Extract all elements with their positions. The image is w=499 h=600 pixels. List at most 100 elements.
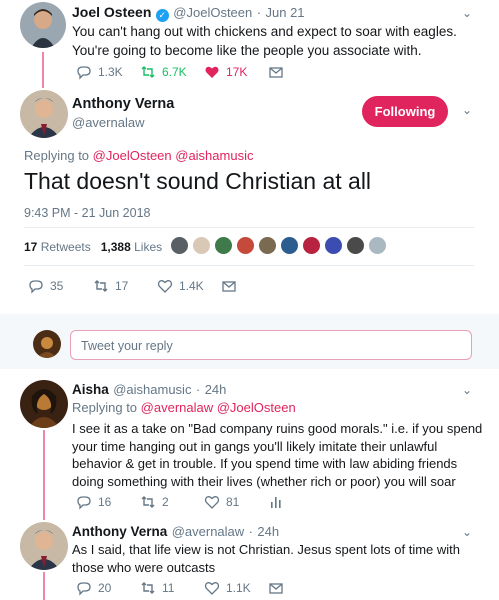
parent-tweet[interactable]: Joel Osteen ✓ @JoelOsteen · Jun 21 ⌄ You… — [0, 0, 499, 88]
like-icon — [204, 582, 220, 595]
like-count: 81 — [226, 495, 240, 509]
tweet-date[interactable]: 24h — [257, 524, 279, 539]
author-name[interactable]: Joel Osteen — [72, 4, 151, 20]
message-button[interactable] — [221, 278, 237, 294]
liker-avatars — [170, 236, 390, 255]
retweet-button[interactable]: 2 — [140, 494, 204, 510]
replying-prefix: Replying to — [24, 148, 90, 163]
author-handle[interactable]: @JoelOsteen — [173, 5, 252, 20]
reply-button[interactable]: 20 — [76, 580, 140, 596]
analytics-icon — [271, 497, 281, 508]
retweet-button[interactable]: 17 — [93, 278, 157, 294]
retweet-icon — [141, 66, 155, 78]
retweets-stat-label: Retweets — [40, 240, 91, 254]
retweet-count: 17 — [115, 279, 129, 293]
message-button[interactable] — [268, 64, 284, 80]
liker-avatar[interactable] — [170, 236, 189, 255]
reply-count: 20 — [98, 581, 112, 595]
avatar — [33, 330, 61, 358]
reply-text: As I said, that life view is not Christi… — [72, 542, 460, 575]
analytics-button[interactable] — [268, 494, 284, 510]
reply-input[interactable]: Tweet your reply — [70, 330, 472, 360]
avatar[interactable] — [20, 90, 68, 138]
retweet-icon — [94, 280, 108, 292]
thread-line — [42, 52, 44, 88]
liker-avatar[interactable] — [214, 236, 233, 255]
liker-avatar[interactable] — [236, 236, 255, 255]
verified-icon: ✓ — [155, 9, 169, 22]
reply-actions: 16 2 81 — [76, 494, 284, 510]
thread-line — [43, 430, 45, 520]
author-handle[interactable]: @aishamusic — [113, 382, 191, 397]
author-handle[interactable]: @avernalaw — [172, 524, 244, 539]
liker-avatar[interactable] — [368, 236, 387, 255]
like-icon — [157, 280, 173, 293]
like-count: 1.1K — [226, 581, 251, 595]
replying-prefix: Replying to — [72, 400, 138, 415]
reply-icon — [77, 582, 91, 596]
main-tweet-text: That doesn't sound Christian at all — [24, 168, 372, 194]
like-button[interactable]: 17K — [204, 64, 268, 80]
chevron-down-icon[interactable]: ⌄ — [462, 525, 472, 539]
chevron-down-icon[interactable]: ⌄ — [462, 103, 472, 117]
avatar[interactable] — [20, 522, 68, 570]
message-icon — [222, 281, 236, 292]
thread-line — [43, 572, 45, 600]
like-icon — [205, 66, 219, 78]
retweet-icon — [141, 496, 155, 508]
retweets-stat[interactable]: 17 Retweets — [24, 240, 91, 254]
reply-actions: 20 11 1.1K — [76, 580, 284, 596]
author-name[interactable]: Anthony Verna — [72, 524, 167, 539]
message-icon — [269, 67, 283, 78]
message-icon — [269, 583, 283, 594]
main-tweet-actions: 35 17 1.4K — [28, 278, 237, 294]
reply-button[interactable]: 35 — [28, 278, 93, 294]
divider — [24, 227, 474, 228]
reply-count: 16 — [98, 495, 112, 509]
tweet-date[interactable]: Jun 21 — [266, 5, 305, 20]
separator-dot: · — [248, 524, 253, 539]
separator-dot: · — [195, 382, 201, 397]
liker-avatar[interactable] — [346, 236, 365, 255]
reply-count: 35 — [50, 279, 64, 293]
reply-icon — [29, 280, 43, 294]
replying-to-links[interactable]: @JoelOsteen @aishamusic — [93, 148, 254, 163]
reply-text: I see it as a take on "Bad company ruins… — [72, 421, 483, 489]
like-icon — [204, 496, 220, 509]
retweet-count: 6.7K — [162, 65, 187, 79]
separator-dot: · — [256, 5, 262, 20]
reply-icon — [77, 496, 91, 510]
reply-button[interactable]: 16 — [76, 494, 140, 510]
chevron-down-icon[interactable]: ⌄ — [462, 383, 472, 397]
author-handle[interactable]: @avernalaw — [72, 115, 174, 130]
reply-icon — [77, 66, 91, 80]
retweets-stat-count: 17 — [24, 240, 38, 254]
like-button[interactable]: 1.4K — [157, 278, 221, 294]
author-name[interactable]: Anthony Verna — [72, 96, 174, 112]
retweet-button[interactable]: 6.7K — [140, 64, 204, 80]
reply-button[interactable]: 1.3K — [76, 64, 140, 80]
chevron-down-icon[interactable]: ⌄ — [462, 6, 472, 20]
likes-stat[interactable]: 1,388 Likes — [101, 240, 162, 254]
avatar[interactable] — [20, 380, 68, 428]
like-button[interactable]: 81 — [204, 494, 268, 510]
following-button[interactable]: Following — [362, 96, 448, 127]
author-name[interactable]: Aisha — [72, 382, 109, 397]
liker-avatar[interactable] — [280, 236, 299, 255]
tweet-timestamp[interactable]: 9:43 PM - 21 Jun 2018 — [24, 206, 150, 220]
replying-to-links[interactable]: @avernalaw @JoelOsteen — [141, 400, 296, 415]
tweet-text: You can't hang out with chickens and exp… — [72, 24, 457, 58]
like-count: 17K — [226, 65, 248, 79]
retweet-icon — [141, 582, 155, 594]
avatar[interactable] — [20, 2, 66, 48]
likes-stat-count: 1,388 — [100, 240, 131, 254]
retweet-button[interactable]: 11 — [140, 580, 204, 596]
liker-avatar[interactable] — [302, 236, 321, 255]
liker-avatar[interactable] — [324, 236, 343, 255]
liker-avatar[interactable] — [192, 236, 211, 255]
reply-count: 1.3K — [98, 65, 123, 79]
liker-avatar[interactable] — [258, 236, 277, 255]
message-button[interactable] — [268, 580, 284, 596]
tweet-date[interactable]: 24h — [205, 382, 227, 397]
like-button[interactable]: 1.1K — [204, 580, 268, 596]
